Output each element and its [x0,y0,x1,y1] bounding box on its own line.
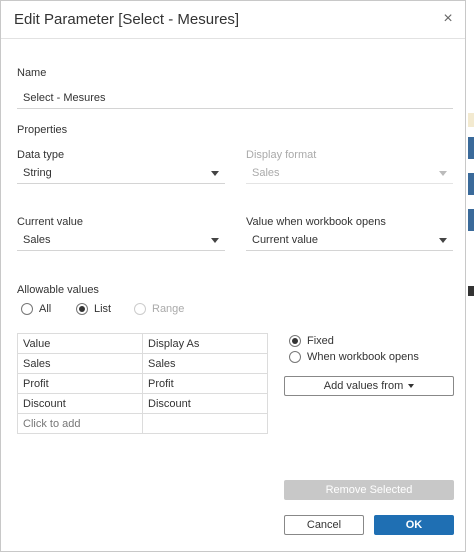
background-app-strip [466,0,474,552]
chevron-down-icon [439,171,447,176]
chevron-down-icon [439,238,447,243]
table-cell[interactable]: Profit [142,373,268,394]
chevron-down-icon [211,171,219,176]
radio-range: Range [134,303,184,315]
current-value-label: Current value [17,216,84,228]
column-header-value: Value [17,333,143,354]
radio-fixed-indicator[interactable] [289,335,301,347]
table-row[interactable]: Sales Sales [17,353,268,374]
data-type-label: Data type [17,149,65,161]
radio-fixed-label: Fixed [307,335,334,347]
title-bar: Edit Parameter [Select - Mesures] × [1,1,465,39]
table-cell[interactable]: Sales [142,353,268,374]
edit-parameter-dialog: Edit Parameter [Select - Mesures] × Name… [0,0,466,552]
cancel-button[interactable]: Cancel [284,515,364,535]
table-header-row: Value Display As [17,333,268,354]
radio-list-indicator[interactable] [76,303,88,315]
radio-list[interactable]: List [76,303,111,315]
name-label: Name [17,67,47,79]
radio-all[interactable]: All [21,303,51,315]
display-format-label: Display format [246,149,317,161]
workbook-opens-label: Value when workbook opens [246,216,386,228]
workbook-opens-value: Current value [252,234,319,246]
current-value-select[interactable]: Sales [17,231,225,251]
table-cell[interactable]: Profit [17,373,143,394]
chevron-down-icon [408,384,415,389]
current-value-value: Sales [23,234,51,246]
dialog-title: Edit Parameter [Select - Mesures] [14,11,240,28]
table-cell[interactable] [142,413,268,434]
table-cell[interactable]: Discount [142,393,268,414]
radio-when-workbook-opens-indicator[interactable] [289,351,301,363]
column-header-display-as: Display As [142,333,268,354]
name-input[interactable]: Select - Mesures [17,89,453,109]
radio-fixed[interactable]: Fixed [289,335,334,347]
display-format-select: Sales [246,164,453,184]
radio-all-indicator[interactable] [21,303,33,315]
table-row[interactable]: Profit Profit [17,373,268,394]
radio-range-label: Range [152,303,185,315]
add-row[interactable]: Click to add [17,413,268,434]
radio-all-label: All [39,303,52,315]
radio-when-workbook-opens-label: When workbook opens [307,351,419,363]
add-values-from-label: Add values from [323,380,404,392]
allowable-values-table: Value Display As Sales Sales Profit Prof… [17,333,268,434]
table-row[interactable]: Discount Discount [17,393,268,414]
radio-list-label: List [94,303,112,315]
data-type-select[interactable]: String [17,164,225,184]
background-blue-block [468,137,474,159]
background-dark-mark [468,286,474,296]
chevron-down-icon [211,238,219,243]
remove-selected-button: Remove Selected [284,480,454,500]
table-cell[interactable]: Sales [17,353,143,374]
ok-button[interactable]: OK [374,515,454,535]
background-highlight [468,113,474,127]
table-cell[interactable]: Discount [17,393,143,414]
data-type-value: String [23,167,52,179]
background-blue-block [468,173,474,195]
workbook-opens-select[interactable]: Current value [246,231,453,251]
click-to-add-cell[interactable]: Click to add [17,413,143,434]
radio-when-workbook-opens[interactable]: When workbook opens [289,351,419,363]
background-blue-block [468,209,474,231]
radio-range-indicator [134,303,146,315]
add-values-from-button[interactable]: Add values from [284,376,454,396]
allowable-values-label: Allowable values [17,284,99,296]
display-format-value: Sales [252,167,280,179]
close-icon[interactable]: × [439,10,457,28]
properties-heading: Properties [17,124,68,136]
